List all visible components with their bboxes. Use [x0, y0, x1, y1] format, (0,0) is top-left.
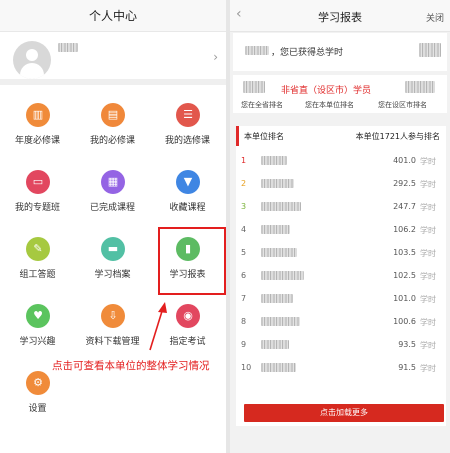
hours-value: 106.2 — [393, 225, 416, 234]
unit-name: 非省直（设区市）学员 — [281, 86, 372, 96]
hours-unit: 学时 — [420, 226, 436, 235]
rank-number: 5 — [241, 248, 247, 257]
ranking-list: 本单位排名 本单位1721人参与排名 1 401.0 学时 2 292.5 学时 3 247.… — [236, 126, 446, 426]
hours-value: 292.5 — [393, 179, 416, 188]
hours-value: 100.6 — [393, 317, 416, 326]
hours-value: 102.5 — [393, 271, 416, 280]
table-row: 3 247.7 学时 — [236, 196, 446, 218]
name-redacted — [261, 340, 289, 349]
hours-value: 401.0 — [393, 156, 416, 165]
rank-card: 非省直（设区市）学员 您在全省排名 您在本单位排名 您在设区市排名 — [233, 75, 447, 113]
hours-unit: 学时 — [420, 249, 436, 258]
table-row: 8 100.6 学时 — [236, 311, 446, 333]
annotation-text: 点击可查看本单位的整体学习情况 — [52, 360, 210, 372]
hours-unit: 学时 — [420, 272, 436, 281]
hours-value: 93.5 — [398, 340, 416, 349]
rank-number: 9 — [241, 340, 247, 349]
rank-number: 3 — [241, 202, 247, 211]
name-redacted — [245, 46, 269, 55]
table-row: 2 292.5 学时 — [236, 173, 446, 195]
screen: 个人中心 › ▥ 年度必修课 ▤ 我的必修课 ☰ 我的选修课 ▭ 我的专题班 ▦ 已完成课程 ▼ 收藏… — [0, 0, 450, 453]
name-redacted — [261, 317, 300, 326]
hours-value: 247.7 — [393, 202, 416, 211]
table-row: 1 401.0 学时 — [236, 150, 446, 172]
hours-unit: 学时 — [420, 341, 436, 350]
hours-value: 101.0 — [393, 294, 416, 303]
name-redacted — [261, 248, 297, 257]
rank-number: 7 — [241, 294, 247, 303]
hours-unit: 学时 — [420, 364, 436, 373]
rank-number: 1 — [241, 156, 247, 165]
rank-label-province: 您在全省排名 — [241, 101, 283, 109]
rank-number: 4 — [241, 225, 247, 234]
rank-number: 6 — [241, 271, 247, 280]
table-row: 9 93.5 学时 — [236, 334, 446, 356]
name-redacted — [261, 225, 290, 234]
table-row: 10 91.5 学时 — [236, 357, 446, 379]
name-redacted — [261, 271, 304, 280]
annotation-arrow — [149, 302, 167, 351]
table-row: 6 102.5 学时 — [236, 265, 446, 287]
rank-redacted-3 — [405, 81, 435, 93]
summary-card: ，您已获得总学时 — [233, 33, 447, 71]
report-title: 学习报表 — [318, 11, 362, 24]
hours-unit: 学时 — [420, 318, 436, 327]
hours-unit: 学时 — [420, 203, 436, 212]
summary-text: ，您已获得总学时 — [271, 48, 344, 58]
hours-value: 103.5 — [393, 248, 416, 257]
rank-number: 8 — [241, 317, 247, 326]
rank-number: 10 — [241, 363, 252, 372]
study-report-panel: ‹ 学习报表 关闭 ，您已获得总学时 非省直（设区市）学员 您在全省排名 您在本… — [230, 0, 450, 453]
close-button[interactable]: 关闭 — [426, 11, 444, 24]
rank-redacted-1 — [243, 81, 265, 93]
hours-unit: 学时 — [420, 295, 436, 304]
load-more-button[interactable]: 点击加载更多 — [244, 404, 444, 422]
name-redacted — [261, 156, 287, 165]
hours-unit: 学时 — [420, 157, 436, 166]
hours-unit: 学时 — [420, 180, 436, 189]
ranking-title: 本单位排名 — [244, 132, 284, 141]
ranking-header: 本单位排名 本单位1721人参与排名 — [236, 126, 446, 146]
table-row: 5 103.5 学时 — [236, 242, 446, 264]
hours-value: 91.5 — [398, 363, 416, 372]
table-row: 4 106.2 学时 — [236, 219, 446, 241]
name-redacted — [261, 179, 294, 188]
name-redacted — [261, 363, 296, 372]
hours-redacted — [419, 43, 441, 57]
rank-label-unit: 您在本单位排名 — [305, 101, 354, 109]
table-row: 7 101.0 学时 — [236, 288, 446, 310]
ranking-count: 本单位1721人参与排名 — [355, 132, 440, 141]
name-redacted — [261, 202, 301, 211]
rank-number: 2 — [241, 179, 247, 188]
name-redacted — [261, 294, 293, 303]
nav-bar: ‹ 学习报表 关闭 — [230, 0, 450, 32]
personal-center-panel: 个人中心 › ▥ 年度必修课 ▤ 我的必修课 ☰ 我的选修课 ▭ 我的专题班 ▦ 已完成课程 ▼ 收藏… — [0, 0, 226, 453]
rank-label-city: 您在设区市排名 — [378, 101, 427, 109]
